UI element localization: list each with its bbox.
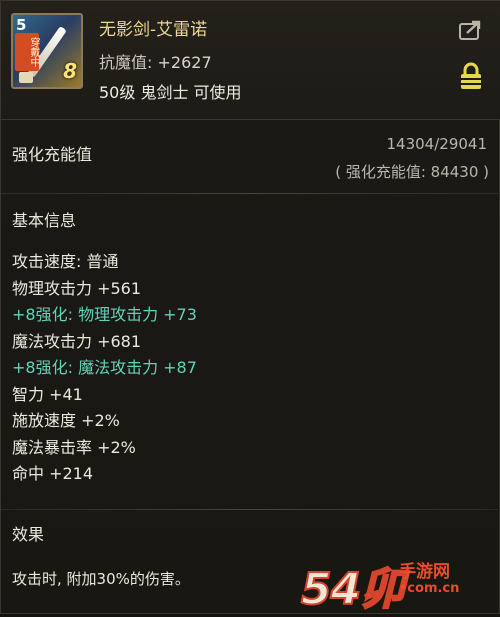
gauge-title: 强化充能值	[12, 145, 93, 164]
stat-list: 攻击速度: 普通 物理攻击力 +561 +8强化: 物理攻击力 +73 魔法攻击…	[12, 249, 197, 488]
resist-label: 抗魔值:	[99, 53, 153, 72]
stat-line: 施放速度 +2%	[12, 411, 120, 430]
lock-icon[interactable]	[459, 61, 483, 91]
stat-line: 智力 +41	[12, 384, 83, 404]
site-watermark-logo: 54卯 手游网 •com.cn	[300, 551, 493, 616]
equipped-badge: 穿戴中	[15, 33, 39, 71]
enhance-level-badge: 8	[63, 59, 77, 83]
icon-plus-label: 5	[16, 16, 27, 34]
stat-line: 物理攻击力 +561	[12, 278, 142, 298]
effect-title: 效果	[12, 525, 45, 544]
item-name: 无影剑-艾雷诺	[99, 20, 208, 40]
enhance-bonus-line: +8强化: 魔法攻击力 +87	[12, 358, 197, 377]
mini-lock-icon	[19, 72, 33, 83]
stat-line: 命中 +214	[12, 464, 94, 483]
item-header: 5 穿戴中 8 无影剑-艾雷诺 抗魔值: +2627 50级 鬼剑士 可使用	[1, 1, 500, 120]
watermark-url: •com.cn	[399, 581, 460, 596]
basic-info-title: 基本信息	[12, 211, 77, 230]
weapon-sword-icon[interactable]: 5 穿戴中 8	[11, 13, 83, 89]
stat-line: 攻击速度: 普通	[12, 252, 119, 271]
enhance-bonus-line: +8强化: 物理攻击力 +73	[12, 305, 197, 324]
divider	[1, 509, 500, 510]
gauge-progress: 14304/29041	[386, 135, 488, 153]
resist-stat: 抗魔值: +2627	[99, 49, 212, 73]
stat-line: 魔法攻击力 +681	[12, 331, 142, 351]
share-icon[interactable]	[459, 19, 483, 41]
effect-text: 攻击时, 附加30%的伤害。	[12, 570, 190, 588]
resist-value: +2627	[157, 53, 212, 72]
watermark-cn: 手游网	[399, 562, 450, 582]
item-tooltip-panel: 5 穿戴中 8 无影剑-艾雷诺 抗魔值: +2627 50级 鬼剑士 可使用 强…	[0, 0, 500, 616]
divider	[1, 193, 500, 194]
stat-line: 魔法暴击率 +2%	[12, 437, 136, 457]
watermark-main: 54卯	[300, 563, 405, 616]
item-requirement: 50级 鬼剑士 可使用	[99, 83, 242, 102]
gauge-charge-value: ( 强化充能值: 84430 )	[335, 163, 489, 181]
